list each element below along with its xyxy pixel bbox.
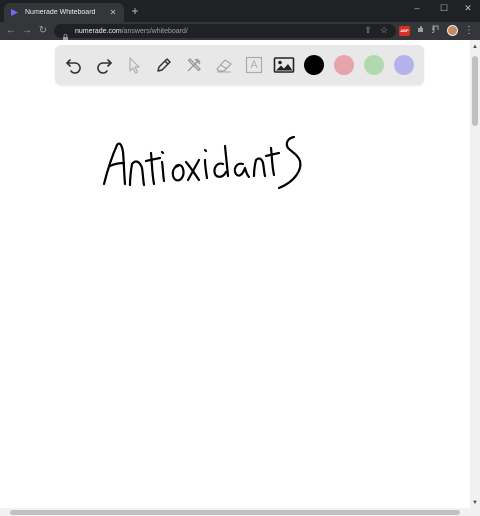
horizontal-scrollbar[interactable] [0, 508, 480, 516]
vertical-scrollbar[interactable]: ▲ ▼ [470, 40, 480, 508]
scroll-down-icon[interactable]: ▼ [470, 498, 480, 508]
horizontal-scroll-thumb[interactable] [10, 510, 460, 515]
vertical-scroll-thumb[interactable] [472, 56, 478, 126]
scroll-up-icon[interactable]: ▲ [470, 42, 480, 52]
handwriting-drawing [102, 135, 302, 190]
